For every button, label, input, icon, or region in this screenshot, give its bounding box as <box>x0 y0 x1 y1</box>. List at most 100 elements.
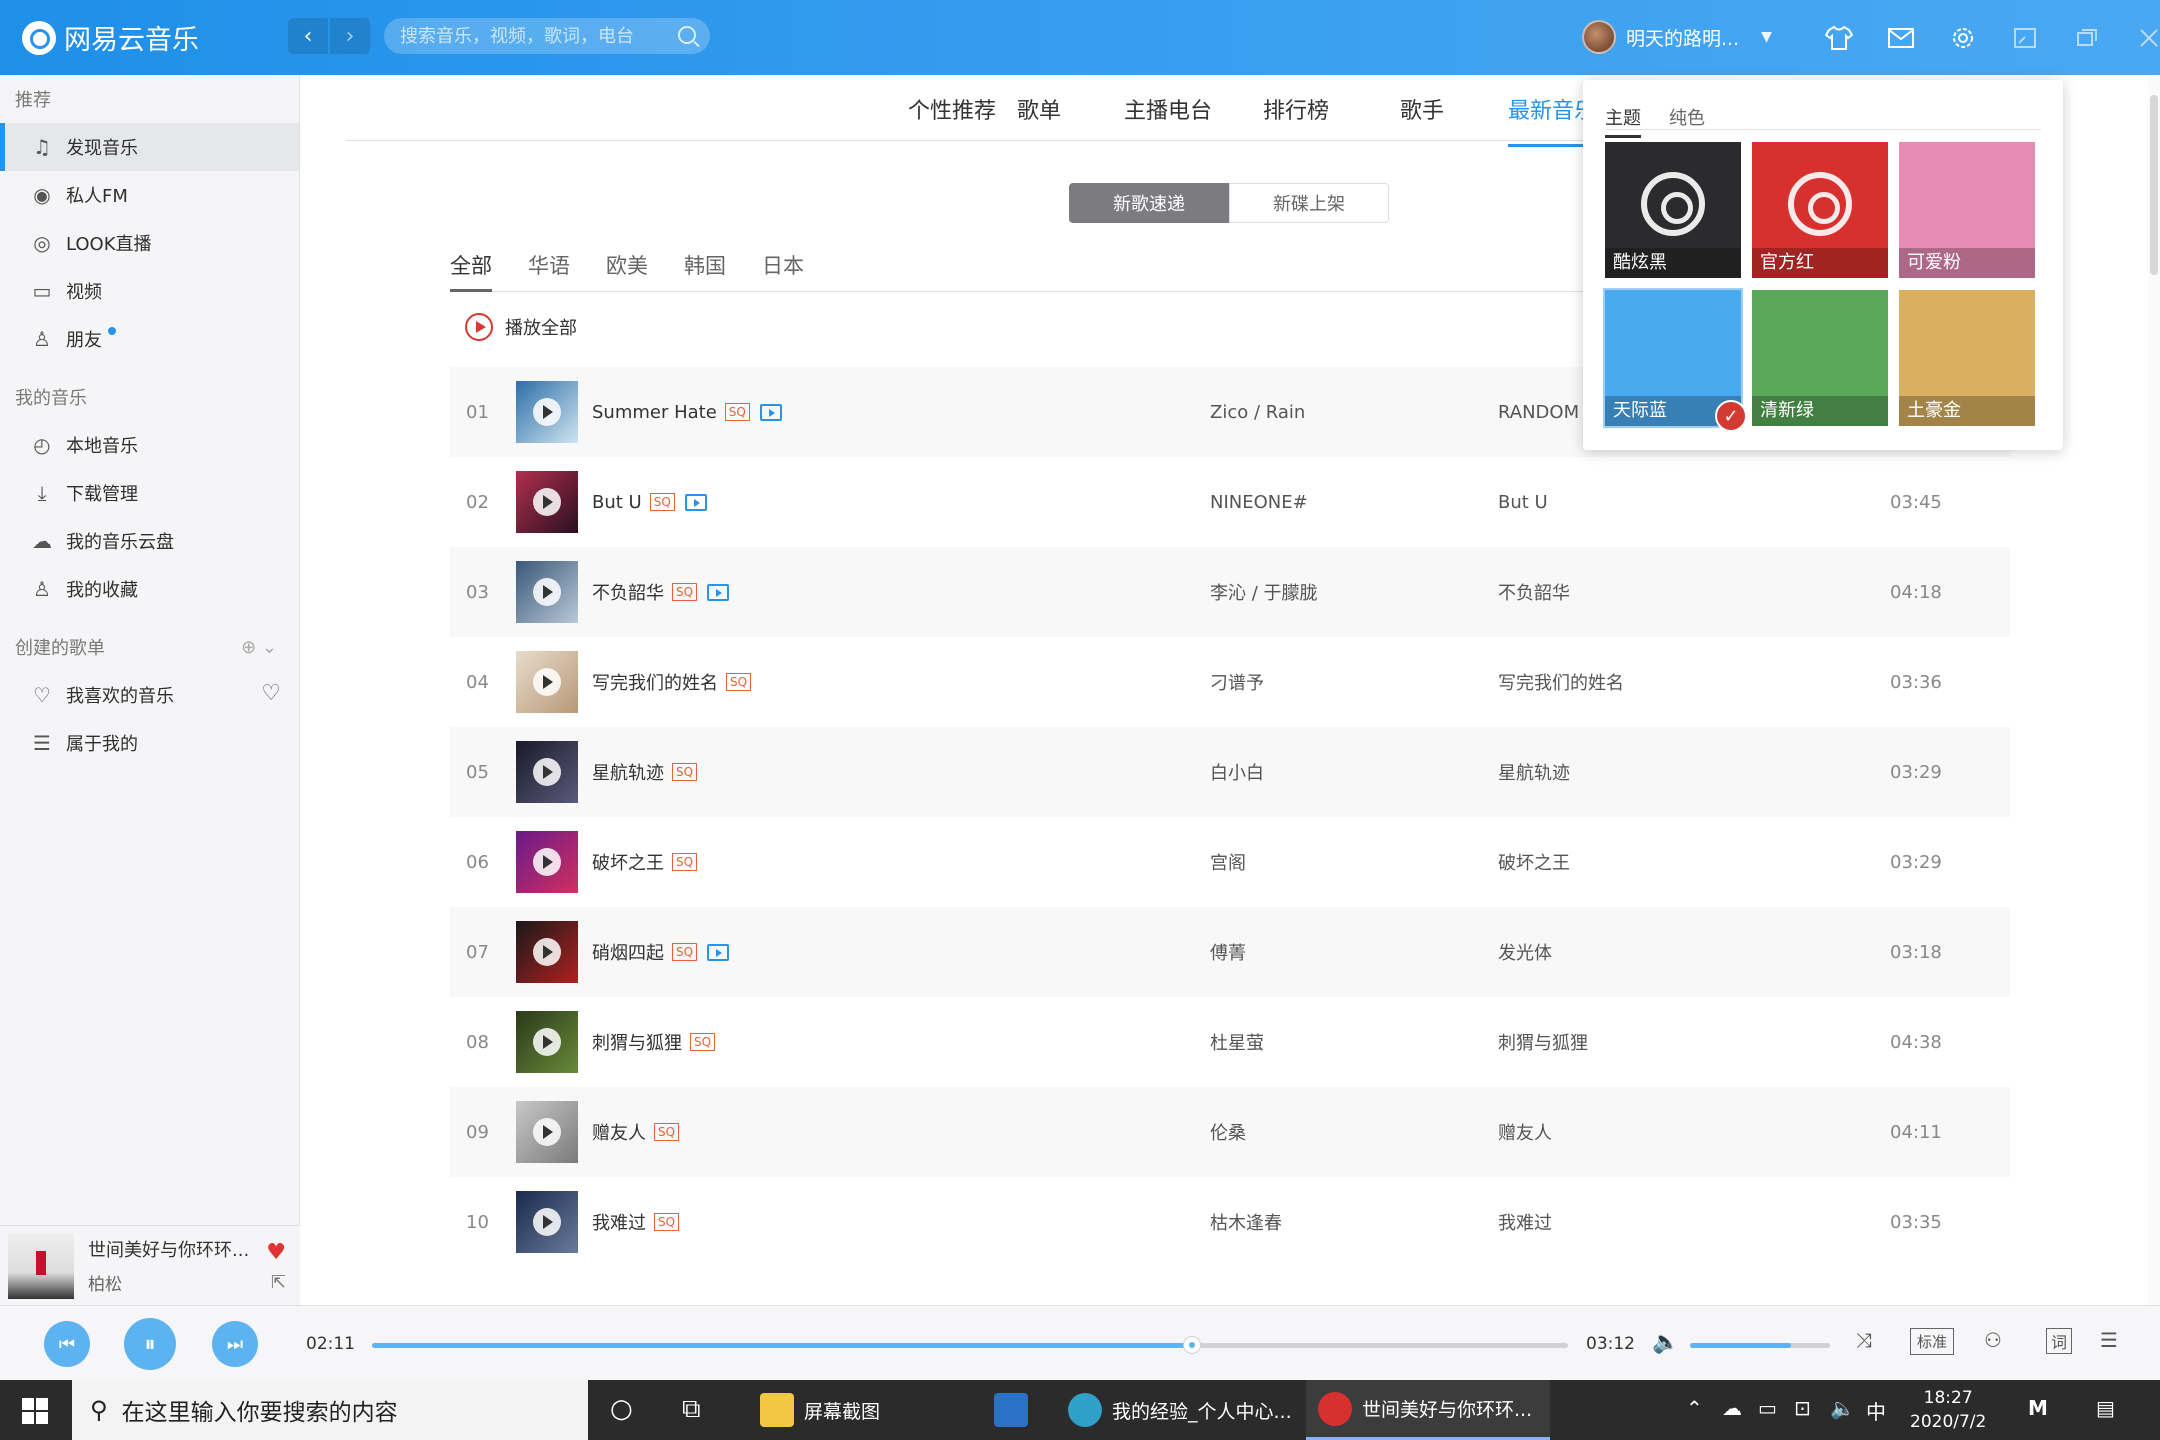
sidebar-item-fm[interactable]: ◉ 私人FM <box>0 171 299 219</box>
segment-new-albums[interactable]: 新碟上架 <box>1229 183 1389 223</box>
song-row[interactable]: 07 硝烟四起 SQ 傅菁 发光体 03:18 <box>450 907 2010 997</box>
song-row[interactable]: 02 But U SQ NINEONE# But U 03:45 <box>450 457 2010 547</box>
network-icon[interactable]: ⊡ <box>1794 1396 1811 1420</box>
play-icon[interactable] <box>533 488 561 516</box>
mv-icon[interactable] <box>707 583 730 601</box>
taskbar-search-placeholder[interactable]: 在这里输入你要搜索的内容 <box>122 1393 398 1427</box>
play-icon[interactable] <box>533 1118 561 1146</box>
song-album[interactable]: 赠友人 <box>1498 1119 1552 1145</box>
song-row[interactable]: 04 写完我们的姓名 SQ 刁谱予 写完我们的姓名 03:36 <box>450 637 2010 727</box>
song-cover[interactable] <box>516 471 578 533</box>
song-album[interactable]: 刺猬与狐狸 <box>1498 1029 1588 1055</box>
song-cover[interactable] <box>516 1011 578 1073</box>
meet-now-icon[interactable]: M <box>2028 1396 2048 1420</box>
sidebar-item-downloads[interactable]: ⤓ 下载管理 <box>0 469 299 517</box>
like-heart-icon[interactable]: ♥ <box>266 1240 286 1265</box>
song-cover[interactable] <box>516 651 578 713</box>
song-cover[interactable] <box>516 1191 578 1253</box>
song-row[interactable]: 03 不负韶华 SQ 李沁 / 于朦胧 不负韶华 04:18 <box>450 547 2010 637</box>
song-title[interactable]: But U <box>592 492 642 513</box>
song-title[interactable]: 我难过 <box>592 1209 646 1235</box>
song-cover[interactable] <box>516 381 578 443</box>
song-album[interactable]: 不负韶华 <box>1498 579 1570 605</box>
lang-all[interactable]: 全部 <box>450 250 492 292</box>
notification-icon[interactable]: ▤ <box>2096 1396 2115 1420</box>
lang-chinese[interactable]: 华语 <box>528 250 570 280</box>
speaker-icon[interactable]: 🔈 <box>1830 1396 1855 1420</box>
mini-mode-icon[interactable] <box>1994 22 2056 54</box>
song-artist[interactable]: NINEONE# <box>1210 492 1308 513</box>
taskbar-app-explorer[interactable]: 屏幕截图 <box>748 1380 970 1440</box>
song-cover[interactable] <box>516 1101 578 1163</box>
sidebar-item-friends[interactable]: ♙ 朋友 <box>0 315 299 363</box>
close-icon[interactable] <box>2118 22 2160 54</box>
chevron-down-icon[interactable]: ▼ <box>1761 29 1772 45</box>
user-name[interactable]: 明天的路明... <box>1626 24 1739 51</box>
song-title[interactable]: 写完我们的姓名 <box>592 669 718 695</box>
song-title[interactable]: 赠友人 <box>592 1119 646 1145</box>
skin-tab-theme[interactable]: 主题 <box>1605 104 1641 138</box>
song-title[interactable]: 硝烟四起 <box>592 939 664 965</box>
lang-japanese[interactable]: 日本 <box>762 250 804 280</box>
play-icon[interactable] <box>533 848 561 876</box>
minimize-icon[interactable] <box>2056 22 2118 54</box>
song-title[interactable]: Summer Hate <box>592 402 717 423</box>
theme-tile[interactable]: 官方红 <box>1752 142 1888 278</box>
tab-radio[interactable]: 主播电台 <box>1124 93 1212 125</box>
song-artist[interactable]: 宫阁 <box>1210 849 1246 875</box>
volume-icon[interactable]: 🔈 <box>1652 1330 1679 1355</box>
song-artist[interactable]: 伦桑 <box>1210 1119 1246 1145</box>
onedrive-icon[interactable]: ☁ <box>1722 1396 1742 1420</box>
pause-button[interactable]: ⏸ <box>124 1318 176 1370</box>
next-button[interactable]: ⏭ <box>212 1321 258 1367</box>
taskbar-app-edge[interactable]: 我的经验_个人中心... <box>1056 1380 1300 1440</box>
mail-icon[interactable] <box>1870 22 1932 54</box>
progress-bar[interactable] <box>372 1336 1568 1354</box>
taskbar-clock[interactable]: 18:27 2020/7/2 <box>1910 1386 1986 1434</box>
theme-tile[interactable]: 土豪金 <box>1899 290 2035 426</box>
skin-tab-solid[interactable]: 纯色 <box>1669 104 1705 130</box>
avatar[interactable] <box>1582 20 1616 54</box>
user-menu[interactable]: 明天的路明... ▼ <box>1582 20 1772 54</box>
tray-chevron-icon[interactable]: ⌃ <box>1686 1396 1703 1420</box>
cortana-icon[interactable]: ○ <box>610 1394 633 1424</box>
search-input[interactable] <box>400 25 670 47</box>
scrollbar-thumb[interactable] <box>2150 95 2158 275</box>
song-row[interactable]: 05 星航轨迹 SQ 白小白 星航轨迹 03:29 <box>450 727 2010 817</box>
heartbeat-mode-icon[interactable]: ♡ <box>261 681 281 706</box>
now-playing-artist[interactable]: 柏松 <box>88 1270 268 1295</box>
segment-new-songs[interactable]: 新歌速递 <box>1069 183 1229 223</box>
song-album[interactable]: 星航轨迹 <box>1498 759 1570 785</box>
song-artist[interactable]: 枯木逢春 <box>1210 1209 1282 1235</box>
sidebar-item-collection[interactable]: ♙ 我的收藏 <box>0 565 299 613</box>
tab-charts[interactable]: 排行榜 <box>1263 93 1329 125</box>
play-icon[interactable] <box>533 398 561 426</box>
mv-icon[interactable] <box>684 493 707 511</box>
song-row[interactable]: 10 我难过 SQ 枯木逢春 我难过 03:35 <box>450 1177 2010 1267</box>
song-artist[interactable]: 刁谱予 <box>1210 669 1264 695</box>
forward-button[interactable]: › <box>330 18 370 54</box>
song-album[interactable]: 我难过 <box>1498 1209 1552 1235</box>
quality-button[interactable]: 标准 <box>1910 1328 1955 1355</box>
now-playing[interactable]: 世间美好与你环环... 柏松 ♥ ⇱ <box>0 1225 300 1305</box>
song-album[interactable]: 破坏之王 <box>1498 849 1570 875</box>
task-view-icon[interactable]: ⧉ <box>682 1394 701 1425</box>
play-icon[interactable] <box>533 578 561 606</box>
skin-icon[interactable] <box>1808 22 1870 54</box>
sidebar-item-discover[interactable]: ♫ 发现音乐 <box>0 123 299 171</box>
playlist-queue-icon[interactable]: ☰ <box>2100 1328 2118 1352</box>
song-cover[interactable] <box>516 741 578 803</box>
taskbar-app-mail[interactable] <box>982 1380 1042 1440</box>
song-cover[interactable] <box>516 561 578 623</box>
play-icon[interactable] <box>533 1208 561 1236</box>
share-icon[interactable]: ⇱ <box>271 1272 286 1293</box>
windows-start-icon[interactable] <box>22 1398 48 1424</box>
lang-western[interactable]: 欧美 <box>606 250 648 280</box>
sound-effect-icon[interactable]: ⚇ <box>1984 1328 2002 1352</box>
theme-tile[interactable]: 可爱粉 <box>1899 142 2035 278</box>
sidebar-item-video[interactable]: ▭ 视频 <box>0 267 299 315</box>
taskbar-search[interactable]: ⚲ 在这里输入你要搜索的内容 <box>72 1380 588 1440</box>
song-cover[interactable] <box>516 831 578 893</box>
song-artist[interactable]: Zico / Rain <box>1210 402 1305 423</box>
theme-tile[interactable]: 酷炫黑 <box>1605 142 1741 278</box>
